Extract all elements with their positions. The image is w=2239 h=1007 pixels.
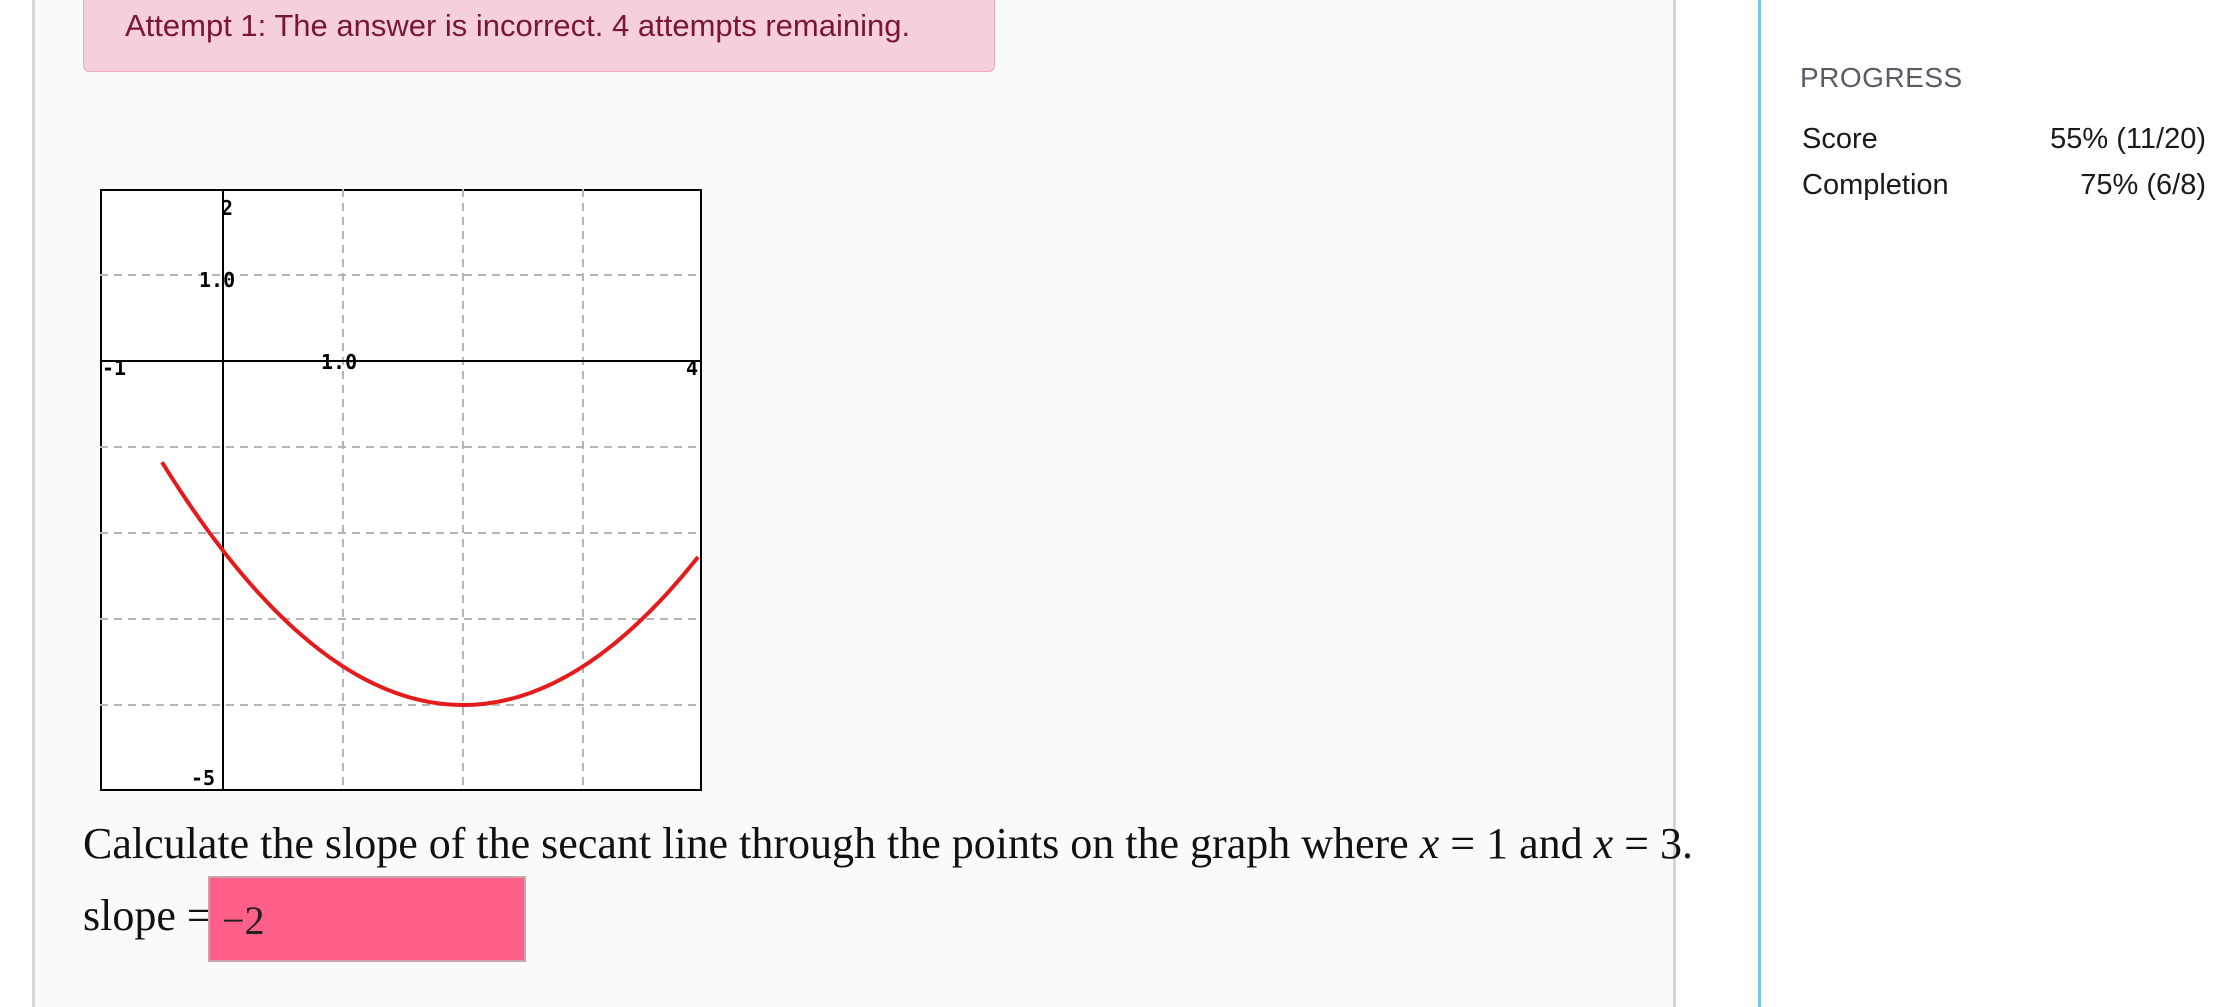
score-row: Score 55% (11/20) bbox=[1802, 123, 2206, 156]
x-min-label: -1 bbox=[102, 356, 126, 380]
function-graph: 2 1.0 -1 1.0 4 -5 bbox=[100, 189, 702, 791]
sidebar-divider bbox=[1758, 0, 1761, 1007]
question-prefix: Calculate the slope of the secant line t… bbox=[83, 819, 1420, 868]
x-max-label: 4 bbox=[686, 356, 698, 380]
completion-value: 75% (6/8) bbox=[2080, 169, 2206, 201]
alert-message: Attempt 1: The answer is incorrect. 4 at… bbox=[125, 8, 911, 43]
question-variable-2: x bbox=[1593, 819, 1614, 868]
x-tick-label: 1.0 bbox=[321, 350, 357, 374]
y-min-label: -5 bbox=[191, 766, 215, 790]
slope-answer-input[interactable]: −2 bbox=[208, 876, 526, 962]
y-max-label: 2 bbox=[221, 196, 233, 220]
question-middle: and bbox=[1508, 819, 1594, 868]
completion-label: Completion bbox=[1802, 169, 1949, 201]
score-value: 55% (11/20) bbox=[2050, 123, 2206, 155]
question-equals-2: = 3. bbox=[1613, 819, 1693, 868]
graph-frame bbox=[100, 189, 702, 791]
y-tick-label: 1.0 bbox=[199, 268, 235, 292]
slope-label: slope = bbox=[83, 891, 212, 940]
incorrect-answer-alert: Attempt 1: The answer is incorrect. 4 at… bbox=[83, 0, 995, 72]
completion-row: Completion 75% (6/8) bbox=[1802, 169, 2206, 202]
question-variable-1: x bbox=[1419, 819, 1440, 868]
progress-heading: PROGRESS bbox=[1800, 62, 1963, 93]
question-equals-1: = 1 bbox=[1439, 819, 1509, 868]
question-text: Calculate the slope of the secant line t… bbox=[83, 818, 1693, 869]
score-label: Score bbox=[1802, 123, 1878, 155]
